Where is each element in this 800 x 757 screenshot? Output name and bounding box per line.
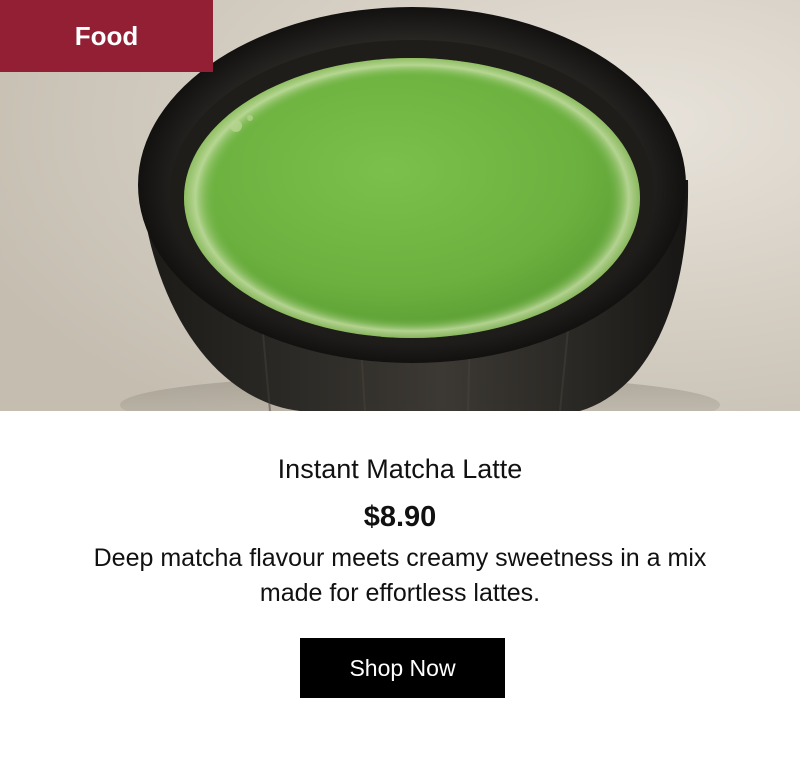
product-price: $8.90 — [363, 501, 437, 533]
category-badge[interactable]: Food — [0, 0, 213, 72]
product-title[interactable]: Instant Matcha Latte — [0, 453, 800, 485]
product-description: Deep matcha flavour meets creamy sweetne… — [93, 544, 707, 607]
product-card: Food Instant Matcha Latte $8.90 Deep mat… — [0, 0, 800, 757]
product-hero-image[interactable]: Food — [0, 0, 800, 411]
shop-now-button[interactable]: Shop Now — [300, 638, 505, 698]
